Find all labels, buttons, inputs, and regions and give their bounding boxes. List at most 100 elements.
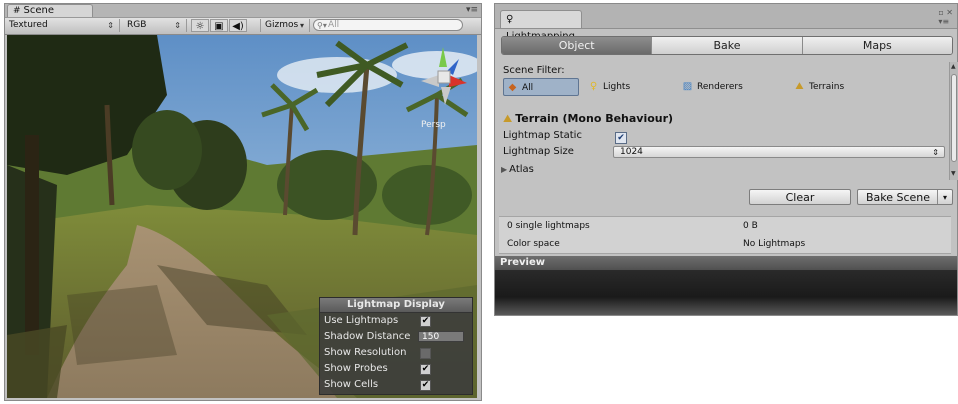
dropdown-arrow-icon: ▾ <box>299 21 304 30</box>
lightmaps-count-label: 0 single lightmaps <box>507 221 590 231</box>
color-space-value: No Lightmaps <box>743 239 806 249</box>
filter-terrains-button[interactable]: ⛰ Terrains <box>791 78 881 96</box>
speaker-icon: ◀) <box>232 21 244 32</box>
filter-renderers-label: Renderers <box>697 82 743 92</box>
color-space-label: Color space <box>507 239 560 249</box>
scene-viewport[interactable]: Persp Lightmap Display Use Lightmaps ✔ S… <box>7 35 477 398</box>
show-cells-row: Show Cells ✔ <box>320 377 472 393</box>
show-probes-checkbox[interactable]: ✔ <box>420 364 431 375</box>
lightmap-display-overlay: Lightmap Display Use Lightmaps ✔ Shadow … <box>319 297 473 395</box>
image-effects-toggle[interactable]: ▣ <box>210 19 228 32</box>
lightmapping-tabbar: ♀ Lightmapping ▫ ✕▾≡ <box>495 4 957 42</box>
show-cells-label: Show Cells <box>324 379 379 390</box>
show-resolution-label: Show Resolution <box>324 347 407 358</box>
show-cells-checkbox[interactable]: ✔ <box>420 380 431 391</box>
shadow-distance-label: Shadow Distance <box>324 331 411 342</box>
show-probes-row: Show Probes ✔ <box>320 361 472 377</box>
lightmap-size-dropdown[interactable]: 1024 ⇕ <box>613 146 945 158</box>
image-icon: ▣ <box>214 21 224 32</box>
render-mode-value: Textured <box>9 20 48 30</box>
gizmos-dropdown[interactable]: Gizmos ▾ <box>260 19 310 32</box>
component-title-text: Terrain (Mono Behaviour) <box>515 112 674 125</box>
lightmapping-mode-tabs: Object Bake Maps <box>501 36 953 55</box>
sun-icon: ☼ <box>195 21 205 32</box>
terrain-icon: ⛰ <box>503 112 513 125</box>
bake-scene-label: Bake Scene <box>865 191 931 204</box>
filter-renderers-button[interactable]: ▨ Renderers <box>679 78 769 96</box>
shadow-distance-row: Shadow Distance 150 <box>320 329 472 345</box>
scroll-down-icon[interactable]: ▼ <box>951 170 956 177</box>
lightmap-info-box: 0 single lightmaps 0 B Color space No Li… <box>499 216 951 254</box>
inspector-scrollbar[interactable]: ▲ ▼ <box>949 62 958 180</box>
lightbulb-icon: ♀ <box>589 81 598 92</box>
component-title: ⛰ Terrain (Mono Behaviour) <box>503 112 673 126</box>
lightmap-static-label: Lightmap Static <box>503 130 582 141</box>
tab-bake[interactable]: Bake <box>651 37 802 54</box>
tab-maps[interactable]: Maps <box>801 37 952 54</box>
lightmapping-window: ♀ Lightmapping ▫ ✕▾≡ Object Bake Maps Sc… <box>494 3 958 316</box>
show-resolution-row: Show Resolution <box>320 345 472 361</box>
show-probes-label: Show Probes <box>324 363 388 374</box>
window-controls-icon[interactable]: ▫ ✕ ▾≡ <box>938 8 953 26</box>
atlas-foldout[interactable]: ▶ Atlas <box>501 164 534 175</box>
scrollbar-thumb[interactable] <box>951 74 957 162</box>
use-lightmaps-label: Use Lightmaps <box>324 315 399 326</box>
color-mode-value: RGB <box>127 20 147 30</box>
checkmark-icon: ✔ <box>421 316 430 326</box>
dropdown-arrow-icon: ⇕ <box>932 148 939 157</box>
cube-icon: ◆ <box>508 82 517 93</box>
search-icon: ⚲▾ <box>317 21 327 30</box>
scene-tabbar: # Scene ▾≡ <box>5 4 481 18</box>
search-placeholder: All <box>328 20 340 30</box>
foldout-arrow-icon: ▶ <box>501 165 508 174</box>
scene-grid-icon: # <box>13 6 21 16</box>
filter-all-label: All <box>522 83 534 93</box>
checkmark-icon: ✔ <box>421 364 430 374</box>
render-mode-dropdown[interactable]: Textured ⇕ <box>5 19 120 32</box>
terrain-icon: ⛰ <box>795 81 804 92</box>
lightmaps-count-row: 0 single lightmaps 0 B <box>499 217 951 235</box>
atlas-label: Atlas <box>509 164 534 175</box>
mesh-icon: ▨ <box>682 81 693 92</box>
filter-lights-button[interactable]: ♀ Lights <box>585 78 665 96</box>
preview-header[interactable]: Preview <box>495 256 957 270</box>
filter-lights-label: Lights <box>603 82 631 92</box>
axis-gizmo-icon <box>421 47 467 105</box>
scene-gizmo[interactable] <box>419 45 471 111</box>
scene-search-input[interactable]: ⚲▾ All <box>313 19 463 31</box>
shadow-distance-field[interactable]: 150 <box>418 331 464 342</box>
filter-all-button[interactable]: ◆ All <box>503 78 579 96</box>
use-lightmaps-checkbox[interactable]: ✔ <box>420 316 431 327</box>
scene-tab-text: Scene <box>23 5 55 16</box>
clear-button[interactable]: Clear <box>749 189 851 205</box>
audio-toggle[interactable]: ◀) <box>229 19 247 32</box>
lighting-toggle[interactable]: ☼ <box>191 19 209 32</box>
color-mode-dropdown[interactable]: RGB ⇕ <box>123 19 187 32</box>
show-resolution-checkbox[interactable] <box>420 348 431 359</box>
lightbulb-icon: ♀ <box>506 14 514 25</box>
gizmos-label: Gizmos <box>265 20 299 30</box>
scene-toolbar: Textured ⇕ RGB ⇕ ☼ ▣ ◀) Gizmos ▾ ⚲▾ All <box>5 18 481 35</box>
panel-menu-icon[interactable]: ▾≡ <box>466 5 478 15</box>
lightmap-size-label: Lightmap Size <box>503 146 574 157</box>
preview-area <box>495 270 957 315</box>
dropdown-arrow-icon: ⇕ <box>107 21 114 30</box>
lightmap-static-checkbox[interactable]: ✔ <box>615 132 627 144</box>
scene-filter-label: Scene Filter: <box>503 65 565 76</box>
bake-scene-button[interactable]: Bake Scene ▾ <box>857 189 953 205</box>
scroll-up-icon[interactable]: ▲ <box>951 63 956 70</box>
lightmap-size-value: 1024 <box>620 147 643 157</box>
tab-scene[interactable]: # Scene <box>7 4 93 17</box>
lightmaps-size-value: 0 B <box>743 221 758 231</box>
lightmap-display-title: Lightmap Display <box>320 298 472 313</box>
checkmark-icon: ✔ <box>421 380 430 390</box>
persp-label: Persp <box>421 120 446 130</box>
use-lightmaps-row: Use Lightmaps ✔ <box>320 313 472 329</box>
filter-terrains-label: Terrains <box>809 82 845 92</box>
checkmark-icon: ✔ <box>617 133 625 143</box>
scene-window: # Scene ▾≡ Textured ⇕ RGB ⇕ ☼ ▣ ◀) Gizmos… <box>4 3 482 401</box>
tab-lightmapping[interactable]: ♀ Lightmapping <box>500 10 582 42</box>
color-space-row: Color space No Lightmaps <box>499 235 951 253</box>
bake-options-arrow-icon[interactable]: ▾ <box>937 190 952 204</box>
tab-object[interactable]: Object <box>502 37 652 54</box>
